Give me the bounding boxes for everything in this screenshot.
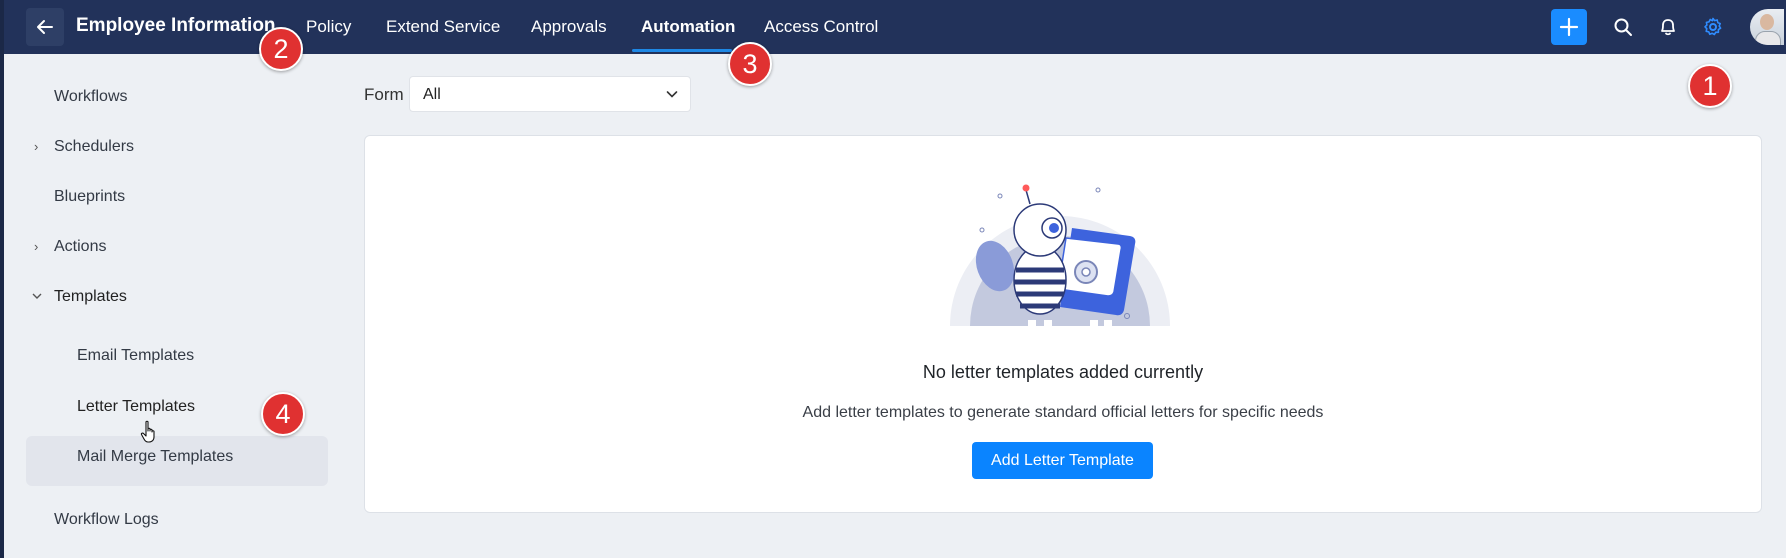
annotation-badge-1: 1 xyxy=(1688,64,1732,108)
chevron-down-icon xyxy=(32,293,42,299)
annotation-badge-2: 2 xyxy=(259,27,303,71)
form-filter-label: Form xyxy=(364,85,404,104)
sidebar-item-mail-merge-templates[interactable]: Mail Merge Templates xyxy=(77,448,233,466)
app-title: Employee Information xyxy=(76,15,276,36)
empty-state-title: No letter templates added currently xyxy=(922,362,1204,382)
add-button[interactable] xyxy=(1551,9,1587,45)
chevron-right-icon: › xyxy=(34,139,39,154)
notifications-button[interactable] xyxy=(1655,14,1681,40)
nav-extend-service[interactable]: Extend Service xyxy=(386,17,500,37)
annotation-badge-4: 4 xyxy=(261,392,305,436)
empty-state-panel: No letter templates added currently Add … xyxy=(364,135,1762,513)
empty-state-description: Add letter templates to generate standar… xyxy=(802,404,1324,421)
left-edge xyxy=(0,0,4,558)
form-filter-select[interactable]: All xyxy=(409,76,691,112)
add-letter-template-button[interactable]: Add Letter Template xyxy=(972,442,1153,479)
nav-access-control[interactable]: Access Control xyxy=(764,17,878,37)
back-arrow-icon xyxy=(37,20,53,34)
sidebar-item-workflow-logs[interactable]: Workflow Logs xyxy=(54,511,159,529)
sidebar-item-workflows[interactable]: Workflows xyxy=(54,88,128,106)
nav-policy[interactable]: Policy xyxy=(306,17,351,37)
gear-icon xyxy=(1704,17,1722,36)
form-filter-value: All xyxy=(423,86,441,103)
annotation-badge-3: 3 xyxy=(728,42,772,86)
active-tab-indicator xyxy=(632,49,732,52)
avatar-body xyxy=(1755,31,1781,45)
nav-approvals[interactable]: Approvals xyxy=(531,17,607,37)
sidebar-item-templates[interactable]: Templates xyxy=(54,288,127,306)
hand-cursor-icon xyxy=(140,420,155,443)
avatar-head xyxy=(1760,14,1774,30)
chevron-down-icon xyxy=(666,91,678,98)
sidebar-item-schedulers[interactable]: Schedulers xyxy=(54,138,134,156)
bell-icon xyxy=(1661,19,1675,36)
chevron-right-icon: › xyxy=(34,239,39,254)
nav-automation[interactable]: Automation xyxy=(641,17,735,37)
avatar[interactable] xyxy=(1750,9,1784,45)
search-icon xyxy=(1614,18,1632,36)
sidebar: Workflows › Schedulers Blueprints › Acti… xyxy=(4,54,334,558)
search-button[interactable] xyxy=(1610,14,1636,40)
plus-icon xyxy=(1559,17,1579,37)
sidebar-item-actions[interactable]: Actions xyxy=(54,238,106,256)
sidebar-item-email-templates[interactable]: Email Templates xyxy=(77,347,194,365)
empty-state-illustration xyxy=(950,184,1170,328)
sidebar-item-letter-templates[interactable]: Letter Templates xyxy=(77,398,195,416)
sidebar-item-blueprints[interactable]: Blueprints xyxy=(54,188,125,206)
settings-button[interactable] xyxy=(1700,14,1726,40)
back-button[interactable] xyxy=(26,8,64,46)
